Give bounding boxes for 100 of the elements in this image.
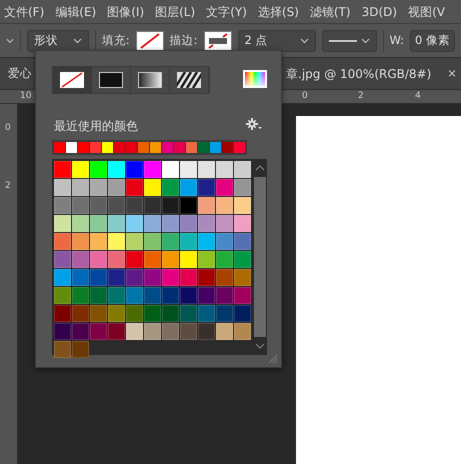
menu-item[interactable]: 选择(S) [258,2,299,20]
color-swatch[interactable] [216,251,233,268]
menu-item[interactable]: 文件(F) [4,2,44,20]
line-style-dropdown[interactable] [322,30,377,52]
color-swatch[interactable] [180,215,197,232]
color-swatch[interactable] [216,233,233,250]
color-swatch[interactable] [198,233,215,250]
color-swatch[interactable] [180,251,197,268]
color-swatch[interactable] [108,305,125,322]
color-swatch[interactable] [198,305,215,322]
color-swatch[interactable] [216,269,233,286]
color-swatch[interactable] [126,251,143,268]
color-swatch[interactable] [72,269,89,286]
color-swatch[interactable] [180,305,197,322]
color-swatch[interactable] [54,161,71,178]
color-swatch[interactable] [234,233,251,250]
color-swatch[interactable] [144,305,161,322]
color-swatch[interactable] [54,215,71,232]
color-swatch[interactable] [234,179,251,196]
color-swatch[interactable] [90,269,107,286]
color-swatch[interactable] [180,287,197,304]
menu-item[interactable]: 图层(L) [155,2,196,20]
color-swatch[interactable] [234,161,251,178]
menu-item[interactable]: 滤镜(T) [310,2,351,20]
menu-item[interactable]: 编辑(E) [55,2,96,20]
color-swatch[interactable] [216,197,233,214]
color-swatch[interactable] [144,287,161,304]
color-swatch[interactable] [90,287,107,304]
width-field[interactable]: 0 像素 [410,30,456,52]
color-swatch[interactable] [198,251,215,268]
color-swatch[interactable] [216,215,233,232]
color-swatch[interactable] [198,269,215,286]
color-swatch[interactable] [72,215,89,232]
color-swatch[interactable] [54,305,71,322]
color-swatch[interactable] [72,287,89,304]
fill-type-button[interactable] [53,67,92,93]
color-swatch[interactable] [54,269,71,286]
recent-color-swatch[interactable] [90,142,101,153]
color-swatch[interactable] [234,215,251,232]
color-swatch[interactable] [126,179,143,196]
color-swatch[interactable] [126,323,143,340]
color-swatch[interactable] [108,197,125,214]
recent-color-swatch[interactable] [102,142,113,153]
color-swatch[interactable] [54,341,71,358]
color-swatch[interactable] [162,323,179,340]
color-swatch[interactable] [198,161,215,178]
color-swatch[interactable] [90,197,107,214]
stroke-swatch[interactable] [204,30,232,50]
color-swatch[interactable] [198,197,215,214]
color-swatch[interactable] [198,287,215,304]
color-swatch[interactable] [234,269,251,286]
color-swatch[interactable] [144,161,161,178]
recent-color-swatch[interactable] [126,142,137,153]
color-swatch[interactable] [72,233,89,250]
color-swatch[interactable] [234,287,251,304]
color-swatch[interactable] [126,215,143,232]
color-swatch[interactable] [54,233,71,250]
menu-item[interactable]: 文字(Y) [206,2,247,20]
color-swatch[interactable] [108,287,125,304]
recent-color-swatch[interactable] [210,142,221,153]
color-swatch[interactable] [180,197,197,214]
color-swatch[interactable] [108,233,125,250]
color-swatch[interactable] [144,269,161,286]
color-swatch[interactable] [90,179,107,196]
recent-color-swatch[interactable] [174,142,185,153]
color-swatch[interactable] [162,269,179,286]
color-swatch[interactable] [180,323,197,340]
color-swatch[interactable] [180,269,197,286]
color-swatch[interactable] [216,287,233,304]
color-swatch[interactable] [162,215,179,232]
color-swatch[interactable] [54,287,71,304]
recent-color-swatch[interactable] [78,142,89,153]
color-swatch[interactable] [162,197,179,214]
color-swatch[interactable] [162,179,179,196]
color-swatch[interactable] [72,161,89,178]
color-swatch[interactable] [72,197,89,214]
recent-color-swatch[interactable] [150,142,161,153]
recent-color-swatch[interactable] [54,142,65,153]
color-swatch[interactable] [162,161,179,178]
color-swatch[interactable] [234,251,251,268]
color-swatch[interactable] [108,161,125,178]
color-swatch[interactable] [144,179,161,196]
color-swatch[interactable] [72,179,89,196]
color-swatch[interactable] [198,215,215,232]
document-tab[interactable]: 爱心 [8,64,32,82]
fill-type-button[interactable] [92,67,131,93]
color-swatch[interactable] [180,161,197,178]
color-swatch[interactable] [126,269,143,286]
color-swatch[interactable] [234,197,251,214]
color-swatch[interactable] [72,323,89,340]
mode-dropdown[interactable]: 形状 [26,30,89,52]
color-swatch[interactable] [216,305,233,322]
color-swatch[interactable] [144,323,161,340]
stroke-width-dropdown[interactable]: 2 点 [238,30,316,52]
color-swatch[interactable] [90,251,107,268]
color-swatch[interactable] [216,323,233,340]
color-swatch[interactable] [108,251,125,268]
color-swatch[interactable] [90,161,107,178]
color-swatch[interactable] [72,305,89,322]
settings-icon[interactable] [246,118,262,130]
